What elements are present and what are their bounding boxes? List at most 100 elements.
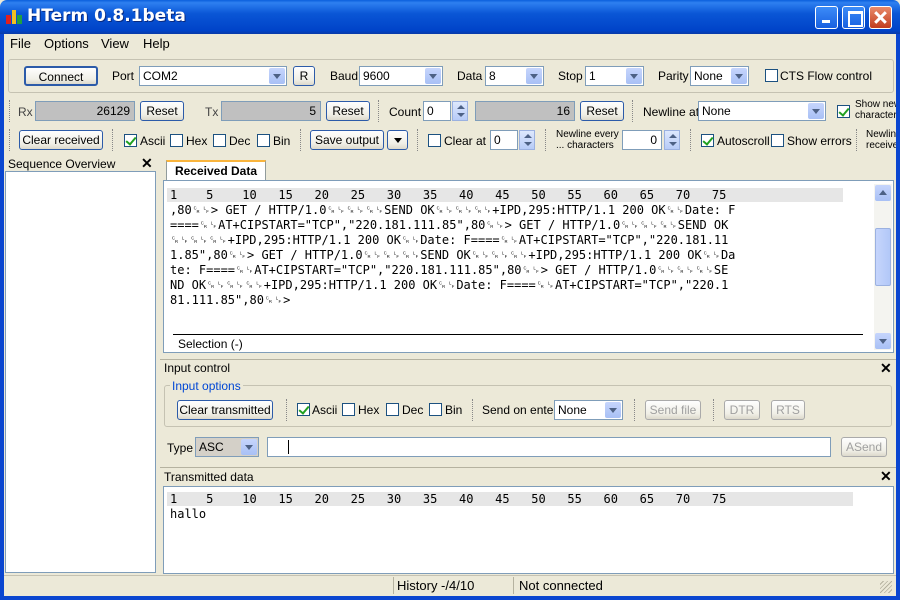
- window-frame-left: [0, 34, 4, 600]
- tx-counter: 5: [221, 101, 321, 121]
- chevron-down-icon: [626, 68, 642, 84]
- clear-at-input[interactable]: 0: [490, 130, 518, 150]
- received-text[interactable]: ,80␍␊> GET / HTTP/1.0␍␊␍␊␍␊SEND OK␍␊␍␊␍␊…: [170, 203, 860, 311]
- newline-every-stepper[interactable]: [664, 130, 680, 150]
- tab-received-data[interactable]: Received Data: [166, 160, 266, 181]
- close-icon[interactable]: ✕: [880, 360, 892, 377]
- minimize-button[interactable]: [815, 6, 838, 29]
- clear-at-checkbox[interactable]: [428, 134, 441, 147]
- menu-file[interactable]: File: [10, 36, 31, 51]
- connection-status: Not connected: [519, 578, 603, 593]
- baud-select[interactable]: 9600: [359, 66, 443, 86]
- toolbar-grip[interactable]: [632, 100, 636, 122]
- selection-info: Selection (-): [178, 337, 243, 351]
- toolbar-grip[interactable]: [713, 399, 717, 421]
- rx-counter: 26129: [35, 101, 135, 121]
- received-ruler: 1 5 10 15 20 25 30 35 40 45 50 55 60 65 …: [167, 188, 843, 202]
- input-dec-label: Dec: [402, 403, 424, 417]
- toolbar-grip[interactable]: [856, 129, 860, 151]
- cts-flow-checkbox[interactable]: [765, 69, 778, 82]
- dec-checkbox[interactable]: [213, 134, 226, 147]
- received-line: te: F====␍␊AT+CIPSTART="TCP","220.181.11…: [170, 263, 729, 277]
- input-bin-label: Bin: [445, 403, 463, 417]
- toolbar-grip[interactable]: [9, 129, 13, 151]
- rts-button[interactable]: RTS: [771, 400, 805, 420]
- toolbar-grip[interactable]: [690, 129, 694, 151]
- close-icon[interactable]: ✕: [141, 155, 153, 172]
- data-bits-select[interactable]: 8: [485, 66, 544, 86]
- sequence-overview-title: Sequence Overview: [8, 157, 116, 171]
- maximize-button[interactable]: [842, 6, 865, 29]
- input-ascii-label: Ascii: [312, 403, 338, 417]
- chevron-down-icon: [605, 402, 621, 418]
- divider: [160, 467, 896, 468]
- show-errors-label: Show errors: [787, 134, 852, 148]
- show-newline-checkbox[interactable]: [837, 105, 850, 118]
- toolbar-grip[interactable]: [286, 399, 290, 421]
- clear-at-label: Clear at: [444, 134, 487, 148]
- connect-button[interactable]: Connect: [24, 66, 98, 86]
- autoscroll-checkbox[interactable]: [701, 134, 714, 147]
- close-button[interactable]: [869, 6, 892, 29]
- resize-grip-icon[interactable]: [880, 581, 892, 593]
- count-reset-button[interactable]: Reset: [580, 101, 624, 121]
- transmitted-text[interactable]: hallo: [170, 507, 206, 521]
- rx-reset-button[interactable]: Reset: [140, 101, 184, 121]
- toolbar-grip[interactable]: [112, 129, 116, 151]
- status-separator: [513, 577, 514, 594]
- scroll-up-button[interactable]: [875, 185, 891, 201]
- count-stepper[interactable]: [452, 101, 468, 121]
- send-input[interactable]: [267, 437, 831, 457]
- parity-select[interactable]: None: [690, 66, 749, 86]
- menu-options[interactable]: Options: [44, 36, 89, 51]
- toolbar-grip[interactable]: [378, 100, 382, 122]
- baud-value: 9600: [363, 69, 390, 83]
- dtr-button[interactable]: DTR: [724, 400, 760, 420]
- toolbar-grip[interactable]: [300, 129, 304, 151]
- input-hex-checkbox[interactable]: [342, 403, 355, 416]
- sequence-overview-list[interactable]: [5, 171, 156, 573]
- newline-at-select[interactable]: None: [698, 101, 826, 121]
- toolbar-grip[interactable]: [472, 399, 476, 421]
- show-newline-label: Show newcharacters: [855, 99, 896, 121]
- clear-received-button[interactable]: Clear received: [19, 130, 103, 150]
- count-input[interactable]: 0: [423, 101, 451, 121]
- hex-checkbox[interactable]: [170, 134, 183, 147]
- show-errors-checkbox[interactable]: [771, 134, 784, 147]
- input-ascii-checkbox[interactable]: [297, 403, 310, 416]
- parity-label: Parity: [658, 69, 689, 83]
- history-status: History -/4/10: [397, 578, 475, 593]
- toolbar-grip[interactable]: [9, 100, 13, 122]
- count-total: 16: [475, 101, 575, 121]
- chevron-down-icon: [269, 68, 285, 84]
- input-bin-checkbox[interactable]: [429, 403, 442, 416]
- clear-transmitted-button[interactable]: Clear transmitted: [177, 400, 273, 420]
- menu-help[interactable]: Help: [143, 36, 170, 51]
- newline-every-input[interactable]: 0: [622, 130, 662, 150]
- ascii-checkbox[interactable]: [124, 134, 137, 147]
- asend-button[interactable]: ASend: [841, 437, 887, 457]
- bin-checkbox[interactable]: [257, 134, 270, 147]
- save-output-button[interactable]: Save output: [310, 130, 384, 150]
- count-label: Count: [389, 105, 422, 119]
- save-output-dropdown[interactable]: [387, 130, 408, 150]
- refresh-ports-button[interactable]: R: [293, 66, 315, 86]
- send-file-button[interactable]: Send file: [645, 400, 701, 420]
- toolbar-grip[interactable]: [417, 129, 421, 151]
- scroll-down-button[interactable]: [875, 333, 891, 349]
- input-dec-checkbox[interactable]: [386, 403, 399, 416]
- clear-at-stepper[interactable]: [519, 130, 535, 150]
- send-on-enter-select[interactable]: None: [554, 400, 623, 420]
- rx-label: Rx: [18, 105, 33, 119]
- scroll-thumb[interactable]: [875, 228, 891, 286]
- close-icon[interactable]: ✕: [880, 468, 892, 485]
- toolbar-grip[interactable]: [545, 129, 549, 151]
- stop-bits-select[interactable]: 1: [585, 66, 644, 86]
- tx-label: Tx: [205, 105, 219, 119]
- tx-reset-button[interactable]: Reset: [326, 101, 370, 121]
- toolbar-grip[interactable]: [634, 399, 638, 421]
- newline-at-label: Newline at: [643, 105, 700, 119]
- menu-view[interactable]: View: [101, 36, 129, 51]
- type-select[interactable]: ASC: [195, 437, 259, 457]
- port-select[interactable]: COM2: [139, 66, 287, 86]
